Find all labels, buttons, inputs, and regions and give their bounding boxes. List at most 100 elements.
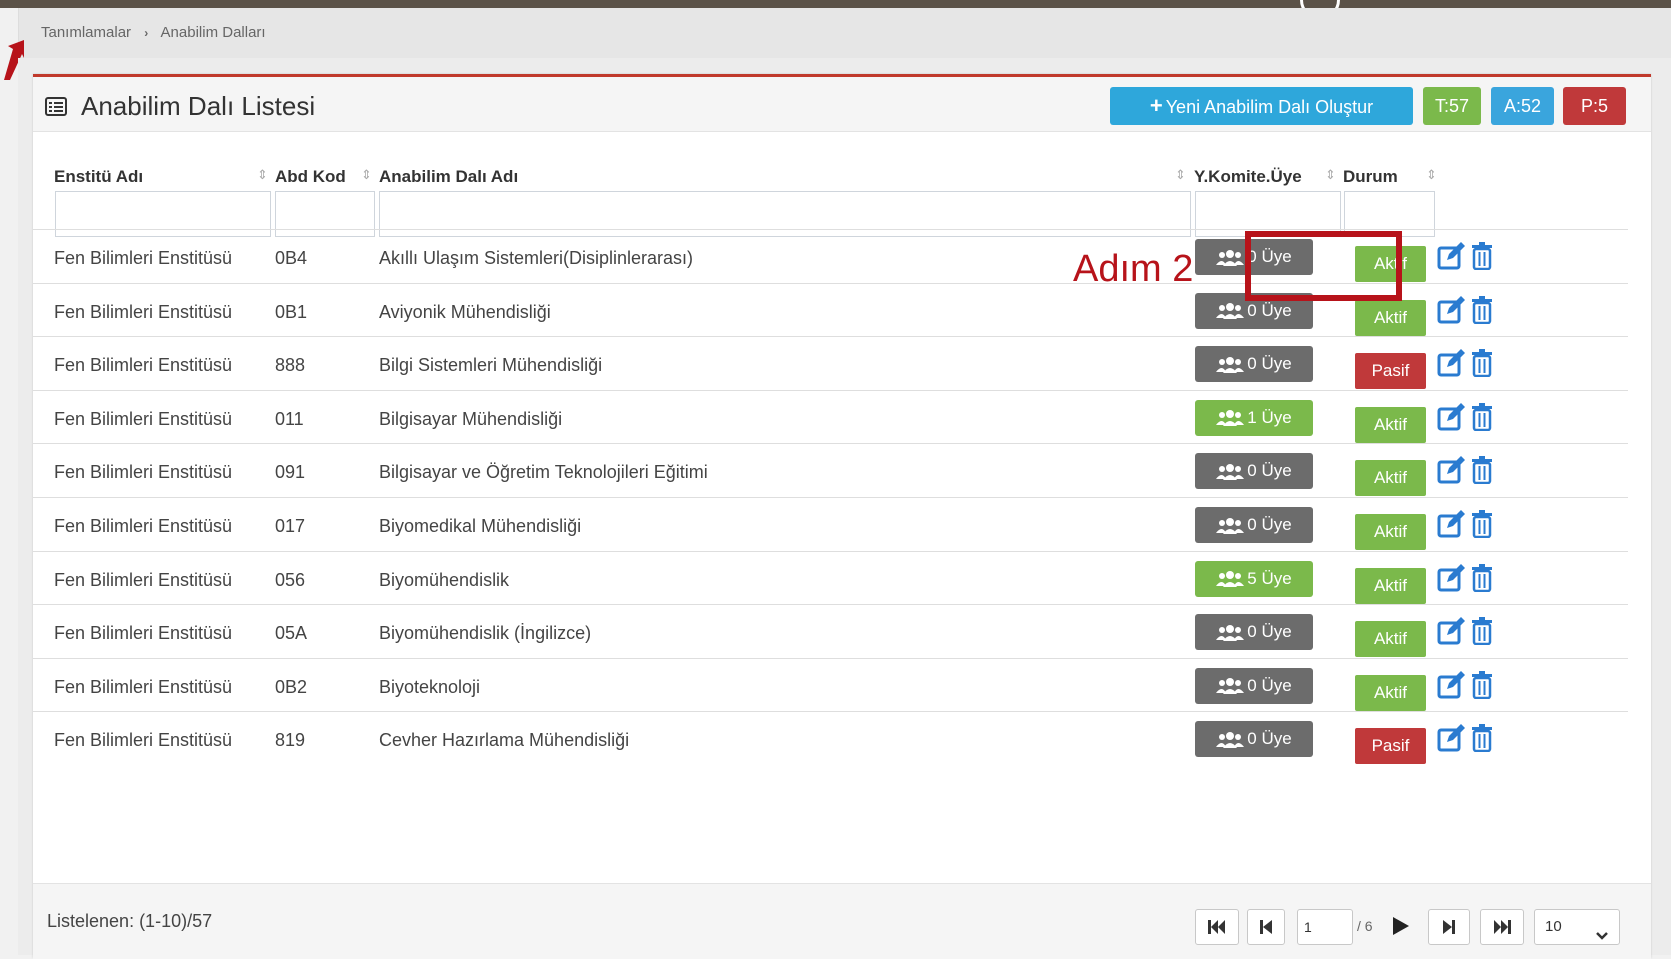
edit-icon[interactable]	[1437, 670, 1465, 699]
cell-code: 011	[275, 408, 304, 429]
header-name[interactable]: Anabilim Dalı Adı	[379, 167, 518, 187]
status-badge[interactable]: Aktif	[1355, 406, 1426, 443]
breadcrumb-root[interactable]: Tanımlamalar	[41, 24, 131, 41]
edit-icon[interactable]	[1437, 349, 1465, 377]
cell-department-name: Biyomühendislik (İngilizce)	[379, 623, 592, 644]
cell-code: 05A	[275, 623, 308, 644]
play-icon	[1393, 917, 1409, 935]
status-badge[interactable]: Aktif	[1355, 674, 1426, 711]
cell-institute: Fen Bilimleri Enstitüsü	[54, 516, 233, 536]
active-count-button[interactable]: A:52	[1491, 87, 1554, 125]
users-icon	[1216, 624, 1245, 641]
cell-code: 017	[275, 516, 306, 536]
trash-icon[interactable]	[1471, 724, 1493, 753]
edit-icon[interactable]	[1437, 402, 1465, 431]
users-icon	[1216, 303, 1245, 320]
edit-icon[interactable]	[1437, 242, 1465, 270]
next-page-button[interactable]	[1381, 909, 1419, 945]
next-page-icon	[1443, 920, 1455, 934]
listed-count: Listelenen: (1-10)/57	[47, 911, 213, 931]
cell-code: 091	[275, 462, 306, 483]
trash-icon[interactable]	[1471, 563, 1493, 592]
trash-icon[interactable]	[1471, 295, 1493, 324]
header-committee[interactable]: Y.Komite.Üye	[1194, 167, 1302, 187]
annotation-highlight-box	[1245, 231, 1402, 301]
total-count-button[interactable]: T:57	[1423, 87, 1481, 125]
list-icon	[45, 97, 67, 116]
cell-department-name: Aviyonik Mühendisliği	[379, 301, 551, 322]
member-count: 0 Üye	[1247, 300, 1292, 320]
committee-members-button[interactable]: 0 Üye	[1195, 507, 1313, 543]
committee-members-button[interactable]: 0 Üye	[1195, 721, 1313, 758]
new-department-button[interactable]: + Yeni Anabilim Dalı Oluştur	[1110, 87, 1413, 125]
table-footer: Listelenen: (1-10)/57 1 / 6 10	[33, 883, 1651, 959]
member-count: 0 Üye	[1247, 622, 1292, 642]
next-step-button[interactable]	[1428, 909, 1470, 945]
trash-icon[interactable]	[1471, 617, 1493, 646]
cell-department-name: Bilgisayar ve Öğretim Teknolojileri Eğit…	[379, 462, 708, 483]
panel-title: Anabilim Dalı Listesi	[43, 91, 315, 122]
trash-icon[interactable]	[1471, 510, 1493, 539]
cell-institute: Fen Bilimleri Enstitüsü	[54, 623, 233, 644]
committee-members-button[interactable]: 0 Üye	[1195, 614, 1313, 651]
sort-icon[interactable]: ⇕	[1175, 167, 1186, 183]
edit-icon[interactable]	[1437, 563, 1465, 592]
sort-icon[interactable]: ⇕	[361, 167, 372, 183]
member-count: 0 Üye	[1247, 729, 1292, 749]
committee-members-button[interactable]: 0 Üye	[1195, 453, 1313, 490]
committee-members-button[interactable]: 5 Üye	[1195, 560, 1313, 597]
cell-institute: Fen Bilimleri Enstitüsü	[54, 676, 233, 697]
table-row: Fen Bilimleri Enstitüsü 05A Biyomühendisli…	[33, 604, 1628, 662]
previous-page-button[interactable]	[1247, 909, 1285, 945]
cell-code: 0B2	[275, 676, 308, 697]
users-icon	[1216, 249, 1245, 266]
trash-icon[interactable]	[1471, 670, 1493, 700]
trash-icon[interactable]	[1471, 349, 1493, 378]
member-count: 0 Üye	[1247, 675, 1292, 695]
header-institute[interactable]: Enstitü Adı	[54, 167, 143, 187]
committee-members-button[interactable]: 1 Üye	[1195, 399, 1313, 436]
users-icon	[1216, 731, 1245, 748]
status-badge[interactable]: Aktif	[1355, 621, 1426, 658]
edit-icon[interactable]	[1437, 724, 1465, 752]
member-count: 0 Üye	[1247, 461, 1292, 481]
trash-icon[interactable]	[1471, 456, 1493, 485]
trash-icon[interactable]	[1471, 242, 1493, 271]
header-status[interactable]: Durum	[1343, 167, 1398, 187]
last-page-button[interactable]	[1480, 909, 1524, 945]
page-size-select[interactable]: 10	[1534, 909, 1620, 945]
passive-count-button[interactable]: P:5	[1563, 87, 1626, 125]
first-page-button[interactable]	[1195, 909, 1239, 945]
sort-icon[interactable]: ⇕	[1325, 167, 1336, 183]
page-number-input[interactable]: 1	[1297, 909, 1353, 945]
status-badge[interactable]: Aktif	[1355, 567, 1426, 604]
committee-members-button[interactable]: 0 Üye	[1195, 667, 1313, 704]
cell-department-name: Akıllı Ulaşım Sistemleri(Disiplinleraras…	[379, 248, 694, 268]
status-badge[interactable]: Aktif	[1355, 299, 1426, 336]
edit-icon[interactable]	[1437, 456, 1465, 484]
edit-icon[interactable]	[1437, 510, 1465, 538]
breadcrumb: Tanımlamalar › Anabilim Dalları	[41, 24, 266, 41]
chevron-down-icon	[1596, 932, 1608, 940]
edit-icon[interactable]	[1437, 617, 1465, 645]
edit-icon[interactable]	[1437, 295, 1465, 324]
sort-icon[interactable]: ⇕	[1426, 167, 1437, 183]
table-row: Fen Bilimleri Enstitüsü 0B2 Biyoteknoloji 0…	[33, 657, 1628, 716]
users-icon	[1216, 678, 1245, 695]
last-page-icon	[1494, 920, 1511, 934]
sort-icon[interactable]: ⇕	[257, 167, 268, 183]
breadcrumb-separator: ›	[144, 26, 149, 40]
committee-members-button[interactable]: 0 Üye	[1195, 346, 1313, 383]
status-badge[interactable]: Aktif	[1355, 460, 1426, 497]
cell-institute: Fen Bilimleri Enstitüsü	[54, 569, 233, 590]
cell-department-name: Biyomühendislik	[379, 569, 510, 590]
cell-code: 0B1	[275, 301, 308, 322]
header-code[interactable]: Abd Kod	[275, 167, 346, 187]
status-badge[interactable]: Pasif	[1355, 353, 1426, 390]
department-list-panel: Anabilim Dalı Listesi + Yeni Anabilim Dal…	[33, 74, 1651, 959]
cell-institute: Fen Bilimleri Enstitüsü	[54, 355, 233, 376]
trash-icon[interactable]	[1471, 402, 1493, 432]
cell-department-name: Biyomedikal Mühendisliği	[379, 516, 582, 536]
status-badge[interactable]: Pasif	[1355, 728, 1426, 765]
status-badge[interactable]: Aktif	[1355, 514, 1426, 550]
